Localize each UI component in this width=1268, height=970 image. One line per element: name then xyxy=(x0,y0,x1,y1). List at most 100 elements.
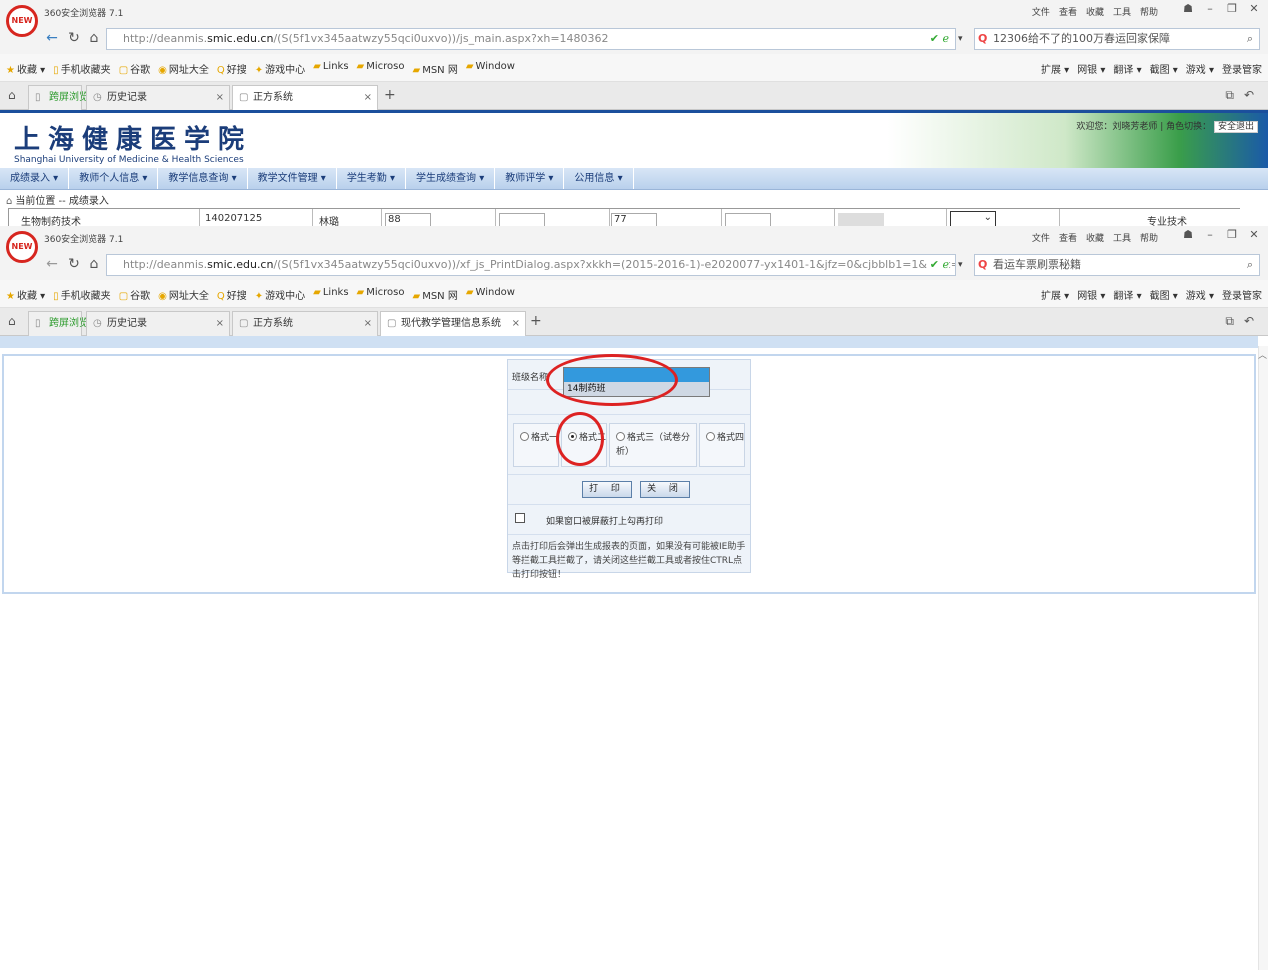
fav-item[interactable]: ▰ Window xyxy=(466,287,515,302)
search-icon[interactable]: ⌕ xyxy=(1247,255,1253,275)
browser-logo[interactable]: NEW xyxy=(6,5,38,37)
menu-teacher-info[interactable]: 教师个人信息 ▾ xyxy=(69,168,159,189)
close-tab-icon[interactable]: × xyxy=(216,312,224,336)
scrollbar[interactable] xyxy=(1258,346,1268,970)
menu-view[interactable]: 查看 xyxy=(1059,231,1077,244)
security-icon[interactable]: ✔ ℯ xyxy=(926,255,949,275)
tool-translate[interactable]: 翻译 ▾ xyxy=(1113,287,1141,302)
tool-ebank[interactable]: 网银 ▾ xyxy=(1077,287,1105,302)
radio-button[interactable] xyxy=(616,432,625,441)
search-box[interactable]: Q 12306给不了的100万春运回家保障 ⌕ xyxy=(974,28,1260,50)
fav-item[interactable]: ◉ 网址大全 xyxy=(158,61,209,76)
undo-close-icon[interactable]: ↶ xyxy=(1244,314,1254,329)
scroll-up-icon[interactable]: ︿ xyxy=(1258,348,1267,361)
tab-zhengfang[interactable]: ▢ 正方系统 × xyxy=(232,311,378,336)
back-icon[interactable]: ← xyxy=(44,30,60,46)
fav-item[interactable]: ▰ Links xyxy=(313,287,348,302)
menu-teaching-query[interactable]: 教学信息查询 ▾ xyxy=(158,168,248,189)
skin-icon[interactable]: ☗ xyxy=(1180,228,1196,241)
tool-screenshot[interactable]: 截图 ▾ xyxy=(1150,61,1178,76)
close-tab-icon[interactable]: × xyxy=(364,86,372,110)
tool-translate[interactable]: 翻译 ▾ xyxy=(1113,61,1141,76)
fav-item[interactable]: ▢ 谷歌 xyxy=(119,287,150,302)
score-input[interactable] xyxy=(725,213,771,226)
menu-file[interactable]: 文件 xyxy=(1032,5,1050,18)
logout-link[interactable]: 安全退出 xyxy=(1213,121,1258,133)
fav-item[interactable]: ▰ MSN 网 xyxy=(413,61,458,76)
tab-history[interactable]: ◷ 历史记录 × xyxy=(86,85,230,110)
fav-item[interactable]: ★ 收藏 ▾ xyxy=(6,61,45,76)
radio-button[interactable] xyxy=(520,432,529,441)
maximize-icon[interactable]: ❐ xyxy=(1224,2,1240,15)
search-icon[interactable]: ⌕ xyxy=(1247,29,1253,49)
menu-public-info[interactable]: 公用信息 ▾ xyxy=(564,168,634,189)
score-input[interactable]: 77 xyxy=(611,213,657,226)
fav-item[interactable]: ✦ 游戏中心 xyxy=(255,61,305,76)
address-dropdown-icon[interactable]: ▾ xyxy=(958,34,963,44)
fav-item[interactable]: ▰ Links xyxy=(313,61,348,76)
maximize-icon[interactable]: ❐ xyxy=(1224,228,1240,241)
home-tab-icon[interactable]: ⌂ xyxy=(8,314,16,328)
search-engine-icon[interactable]: Q xyxy=(978,29,987,49)
close-tab-icon[interactable]: × xyxy=(216,86,224,110)
menu-attendance[interactable]: 学生考勤 ▾ xyxy=(337,168,407,189)
format-option-4[interactable]: 格式四 xyxy=(699,423,745,467)
tab-zhengfang[interactable]: ▢ 正方系统 × xyxy=(232,85,378,110)
fav-item[interactable]: ▰ MSN 网 xyxy=(413,287,458,302)
fav-item[interactable]: ✦ 游戏中心 xyxy=(255,287,305,302)
menu-teacher-eval[interactable]: 教师评学 ▾ xyxy=(495,168,565,189)
close-icon[interactable]: ✕ xyxy=(1246,2,1262,15)
close-tab-icon[interactable]: × xyxy=(364,312,372,336)
security-icon[interactable]: ✔ ℯ xyxy=(930,29,949,49)
refresh-icon[interactable]: ↻ xyxy=(66,30,82,46)
menu-favorites[interactable]: 收藏 xyxy=(1086,231,1104,244)
fav-item[interactable]: ★ 收藏 ▾ xyxy=(6,287,45,302)
menu-teaching-files[interactable]: 教学文件管理 ▾ xyxy=(248,168,337,189)
new-tab-icon[interactable]: + xyxy=(530,313,542,329)
menu-view[interactable]: 查看 xyxy=(1059,5,1077,18)
radio-button[interactable] xyxy=(706,432,715,441)
menu-tools[interactable]: 工具 xyxy=(1113,231,1131,244)
fav-item[interactable]: ◉ 网址大全 xyxy=(158,287,209,302)
home-tab-icon[interactable]: ⌂ xyxy=(8,88,16,102)
tool-extensions[interactable]: 扩展 ▾ xyxy=(1041,61,1069,76)
print-button[interactable]: 打 印 xyxy=(582,481,632,498)
fav-item[interactable]: Q 好搜 xyxy=(217,61,247,76)
popup-blocked-checkbox[interactable] xyxy=(515,513,525,523)
fav-item[interactable]: Q 好搜 xyxy=(217,287,247,302)
menu-grade-entry[interactable]: 成绩录入 ▾ xyxy=(0,168,70,189)
tool-games[interactable]: 游戏 ▾ xyxy=(1186,287,1214,302)
close-tab-icon[interactable]: × xyxy=(512,312,520,336)
fav-item[interactable]: ▢ 谷歌 xyxy=(119,61,150,76)
close-button[interactable]: 关 闭 xyxy=(640,481,690,498)
minimize-icon[interactable]: – xyxy=(1202,228,1218,241)
new-tab-icon[interactable]: + xyxy=(384,87,396,103)
browser-logo[interactable]: NEW xyxy=(6,231,38,263)
tab-history[interactable]: ◷ 历史记录 × xyxy=(86,311,230,336)
search-box[interactable]: Q 看运车票刷票秘籍 ⌕ xyxy=(974,254,1260,276)
address-dropdown-icon[interactable]: ▾ xyxy=(958,260,963,270)
menu-help[interactable]: 帮助 xyxy=(1140,5,1158,18)
menu-favorites[interactable]: 收藏 xyxy=(1086,5,1104,18)
menu-help[interactable]: 帮助 xyxy=(1140,231,1158,244)
home-icon[interactable]: ⌂ xyxy=(86,256,102,272)
back-icon[interactable]: ← xyxy=(44,256,60,272)
tab-teaching-system[interactable]: ▢ 现代教学管理信息系统 × xyxy=(380,311,526,336)
menu-grade-query[interactable]: 学生成绩查询 ▾ xyxy=(406,168,496,189)
tool-ebank[interactable]: 网银 ▾ xyxy=(1077,61,1105,76)
tool-login-manager[interactable]: 登录管家 xyxy=(1222,61,1262,76)
tool-extensions[interactable]: 扩展 ▾ xyxy=(1041,287,1069,302)
tab-cross-screen[interactable]: ▯ 跨屏浏览 xyxy=(28,85,89,110)
tool-games[interactable]: 游戏 ▾ xyxy=(1186,61,1214,76)
home-icon[interactable]: ⌂ xyxy=(86,30,102,46)
close-icon[interactable]: ✕ xyxy=(1246,228,1262,241)
fav-item[interactable]: ▯ 手机收藏夹 xyxy=(53,61,111,76)
score-input[interactable]: 88 xyxy=(385,213,431,226)
fav-item[interactable]: ▰ Microso xyxy=(357,287,405,302)
address-bar[interactable]: http://deanmis.smic.edu.cn/(S(5f1vx345aa… xyxy=(106,254,956,276)
restore-tabs-icon[interactable]: ⧉ xyxy=(1225,314,1234,329)
tool-screenshot[interactable]: 截图 ▾ xyxy=(1150,287,1178,302)
fav-item[interactable]: ▯ 手机收藏夹 xyxy=(53,287,111,302)
skin-icon[interactable]: ☗ xyxy=(1180,2,1196,15)
menu-tools[interactable]: 工具 xyxy=(1113,5,1131,18)
